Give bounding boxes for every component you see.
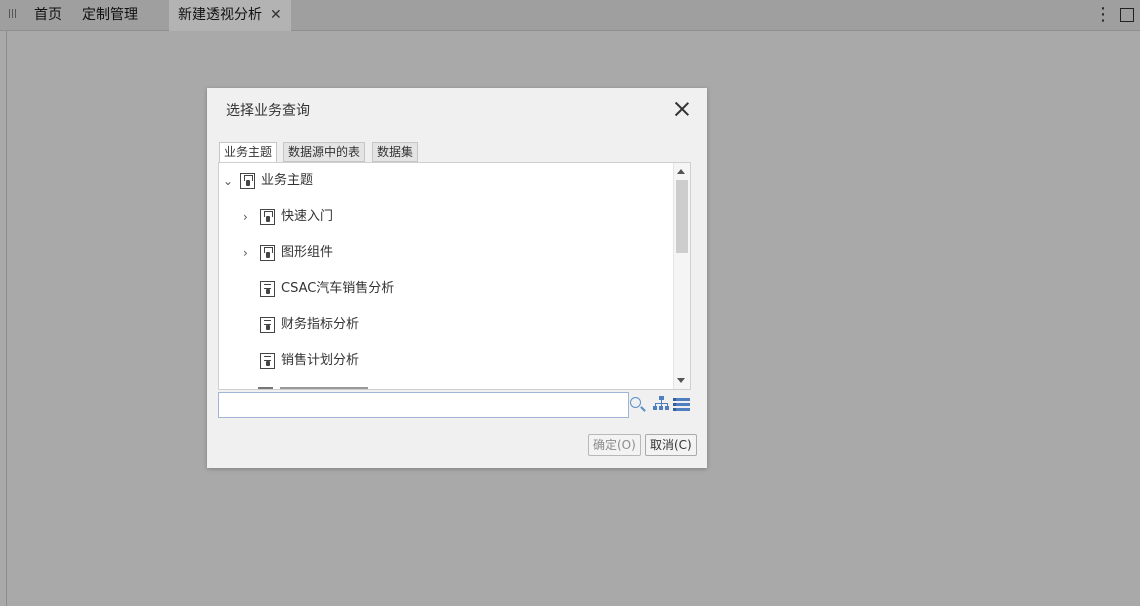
expanded-chevron-icon[interactable]: ⌄ (223, 171, 235, 191)
more-options-icon[interactable]: ⋮ (1094, 5, 1112, 25)
tree-item-label: 销售计划分析 (281, 353, 360, 368)
search-icon[interactable] (629, 396, 647, 414)
business-tree: ⌄ 业务主题 › 快速入门 › 图形组件 CSAC汽车销售分析 财务指标分析 销… (218, 162, 691, 390)
dialog-title: 选择业务查询 (226, 103, 310, 119)
tab-new-pivot-analysis-label: 新建透视分析 (178, 7, 262, 23)
tree-item-clipped (258, 387, 368, 389)
tree-scrollbar[interactable] (673, 163, 690, 389)
scrollbar-thumb[interactable] (676, 180, 688, 253)
close-icon[interactable] (673, 100, 691, 118)
search-input[interactable] (218, 392, 629, 418)
business-query-icon (260, 353, 275, 369)
ok-button[interactable]: 确定(O) (588, 434, 641, 456)
maximize-icon[interactable] (1120, 8, 1134, 22)
collapsed-chevron-icon[interactable]: › (243, 243, 255, 263)
tree-view-icon[interactable] (653, 396, 669, 412)
business-query-icon (260, 317, 275, 333)
collapsed-chevron-icon[interactable]: › (243, 207, 255, 227)
select-business-query-dialog: 选择业务查询 业务主题 数据源中的表 数据集 ⌄ 业务主题 › 快速入门 › 图… (207, 88, 707, 468)
business-query-icon (260, 281, 275, 297)
scroll-down-arrow-icon[interactable] (677, 378, 685, 383)
tree-root-label: 业务主题 (261, 173, 314, 188)
tab-home[interactable]: 首页 (30, 0, 66, 31)
tree-item-csac-sales[interactable]: CSAC汽车销售分析 (219, 279, 519, 299)
tab-home-label: 首页 (34, 7, 62, 23)
tab-menu-grip-icon[interactable] (8, 9, 18, 21)
tree-item-label: CSAC汽车销售分析 (281, 281, 395, 296)
list-view-icon[interactable] (673, 398, 690, 411)
tree-item-quick-start[interactable]: › 快速入门 (219, 207, 519, 227)
tree-item-sales-plan[interactable]: 销售计划分析 (219, 351, 519, 371)
cancel-button[interactable]: 取消(C) (645, 434, 697, 456)
tab-close-icon[interactable]: ✕ (270, 0, 282, 31)
tab-datasets[interactable]: 数据集 (372, 142, 419, 162)
tree-item-label: 财务指标分析 (281, 317, 360, 332)
tab-business-topics[interactable]: 业务主题 (219, 142, 278, 163)
tree-item-graphic-components[interactable]: › 图形组件 (219, 243, 519, 263)
tree-root-business-topics[interactable]: ⌄ 业务主题 (219, 171, 519, 191)
tab-custom-management[interactable]: 定制管理 (78, 0, 142, 31)
tab-datasource-tables[interactable]: 数据源中的表 (283, 142, 366, 162)
folder-icon (260, 209, 275, 225)
tree-item-label: 快速入门 (281, 209, 334, 224)
tree-item-financial-indicators[interactable]: 财务指标分析 (219, 315, 519, 335)
tab-custom-management-label: 定制管理 (82, 7, 138, 23)
top-tab-bar: 首页 定制管理 新建透视分析 ✕ ⋮ (0, 0, 1140, 31)
tree-item-label: 图形组件 (281, 245, 334, 260)
folder-icon (260, 245, 275, 261)
scroll-up-arrow-icon[interactable] (677, 169, 685, 174)
tab-new-pivot-analysis[interactable]: 新建透视分析 ✕ (169, 0, 291, 31)
folder-icon (240, 173, 255, 189)
